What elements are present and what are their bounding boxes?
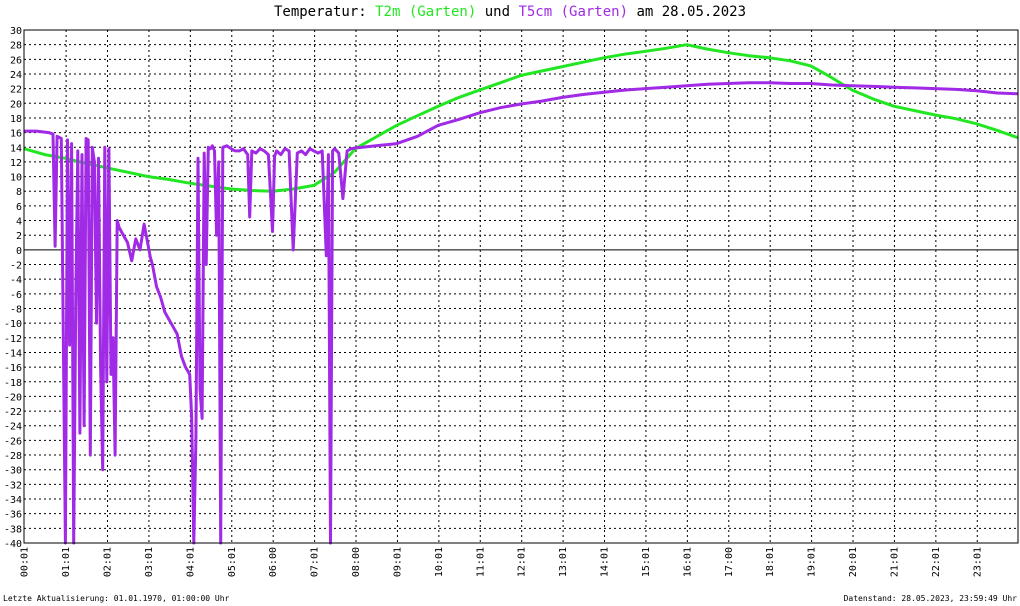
x-tick-label: 17:00 (724, 547, 735, 577)
x-tick-label: 07:01 (310, 547, 321, 577)
last-update-text: Letzte Aktualisierung: 01.01.1970, 01:00… (3, 594, 230, 603)
x-tick-label: 18:01 (765, 547, 776, 577)
y-tick-label: -26 (4, 436, 22, 447)
x-tick-label: 20:01 (848, 547, 859, 577)
y-tick-label: 22 (10, 85, 22, 96)
y-tick-label: 0 (16, 246, 22, 257)
x-tick-label: 09:01 (392, 547, 403, 577)
y-tick-label: -16 (4, 363, 22, 374)
y-tick-label: 20 (10, 99, 22, 110)
y-tick-label: -32 (4, 480, 22, 491)
x-tick-label: 05:01 (227, 547, 238, 577)
y-tick-label: 18 (10, 114, 22, 125)
y-tick-label: -14 (4, 348, 22, 359)
series-line-t5cm (24, 81, 1019, 545)
x-tick-label: 06:00 (268, 547, 279, 577)
y-tick-label: 26 (10, 55, 22, 66)
x-tick-label: 23:01 (972, 547, 983, 577)
y-tick-label: 4 (16, 217, 22, 228)
y-tick-label: -20 (4, 392, 22, 403)
data-state-text: Datenstand: 28.05.2023, 23:59:49 Uhr (843, 594, 1017, 603)
x-tick-label: 01:01 (61, 547, 72, 577)
y-tick-label: -36 (4, 510, 22, 521)
y-tick-label: 28 (10, 41, 22, 52)
x-tick-label: 22:01 (931, 547, 942, 577)
plot-border (23, 29, 1019, 544)
grid-lines (24, 29, 1018, 544)
x-tick-label: 21:01 (889, 547, 900, 577)
y-tick-label: -8 (10, 304, 22, 315)
x-tick-label: 10:01 (434, 547, 445, 577)
x-tick-label: 19:01 (807, 547, 818, 577)
y-tick-label: -38 (4, 524, 22, 535)
y-tick-label: 8 (16, 187, 22, 198)
x-tick-label: 14:01 (600, 547, 611, 577)
y-tick-label: -2 (10, 261, 22, 272)
x-tick-label: 00:01 (20, 547, 31, 577)
y-tick-label: -6 (10, 290, 22, 301)
y-tick-label: -18 (4, 378, 22, 389)
y-tick-label: -30 (4, 466, 22, 477)
x-tick-label: 03:01 (144, 547, 155, 577)
x-tick-labels: 00:01 01:01 02:01 03:01 04:01 05:01 06:00 07:01… (20, 547, 984, 577)
x-tick-label: 13:01 (558, 547, 569, 577)
y-tick-label: 12 (10, 158, 22, 169)
x-tick-label: 16:01 (682, 547, 693, 577)
y-tick-label: 10 (10, 173, 22, 184)
y-tick-label: 30 (10, 26, 22, 37)
x-tick-label: 11:01 (475, 547, 486, 577)
y-tick-label: 14 (10, 143, 22, 154)
y-tick-label: -4 (10, 275, 22, 286)
x-tick-label: 04:01 (185, 547, 196, 577)
y-tick-label: 2 (16, 231, 22, 242)
y-tick-label: -24 (4, 422, 22, 433)
y-tick-label: 16 (10, 129, 22, 140)
x-tick-label: 12:01 (517, 547, 528, 577)
x-tick-label: 08:00 (351, 547, 362, 577)
y-tick-label: -28 (4, 451, 22, 462)
y-tick-label: -34 (4, 495, 22, 506)
chart-plot: 302826242220181614121086420-2-4-6-8-10-1… (4, 26, 1019, 577)
y-tick-label: -12 (4, 334, 22, 345)
y-tick-label: 6 (16, 202, 22, 213)
y-tick-label: 24 (10, 70, 22, 81)
chart-container: Temperatur: T2m (Garten) und T5cm (Garte… (0, 0, 1020, 606)
y-tick-label: -22 (4, 407, 22, 418)
y-tick-labels: 302826242220181614121086420-2-4-6-8-10-1… (4, 26, 22, 550)
x-tick-label: 15:01 (641, 547, 652, 577)
x-tick-label: 02:01 (103, 547, 114, 577)
y-tick-label: -10 (4, 319, 22, 330)
